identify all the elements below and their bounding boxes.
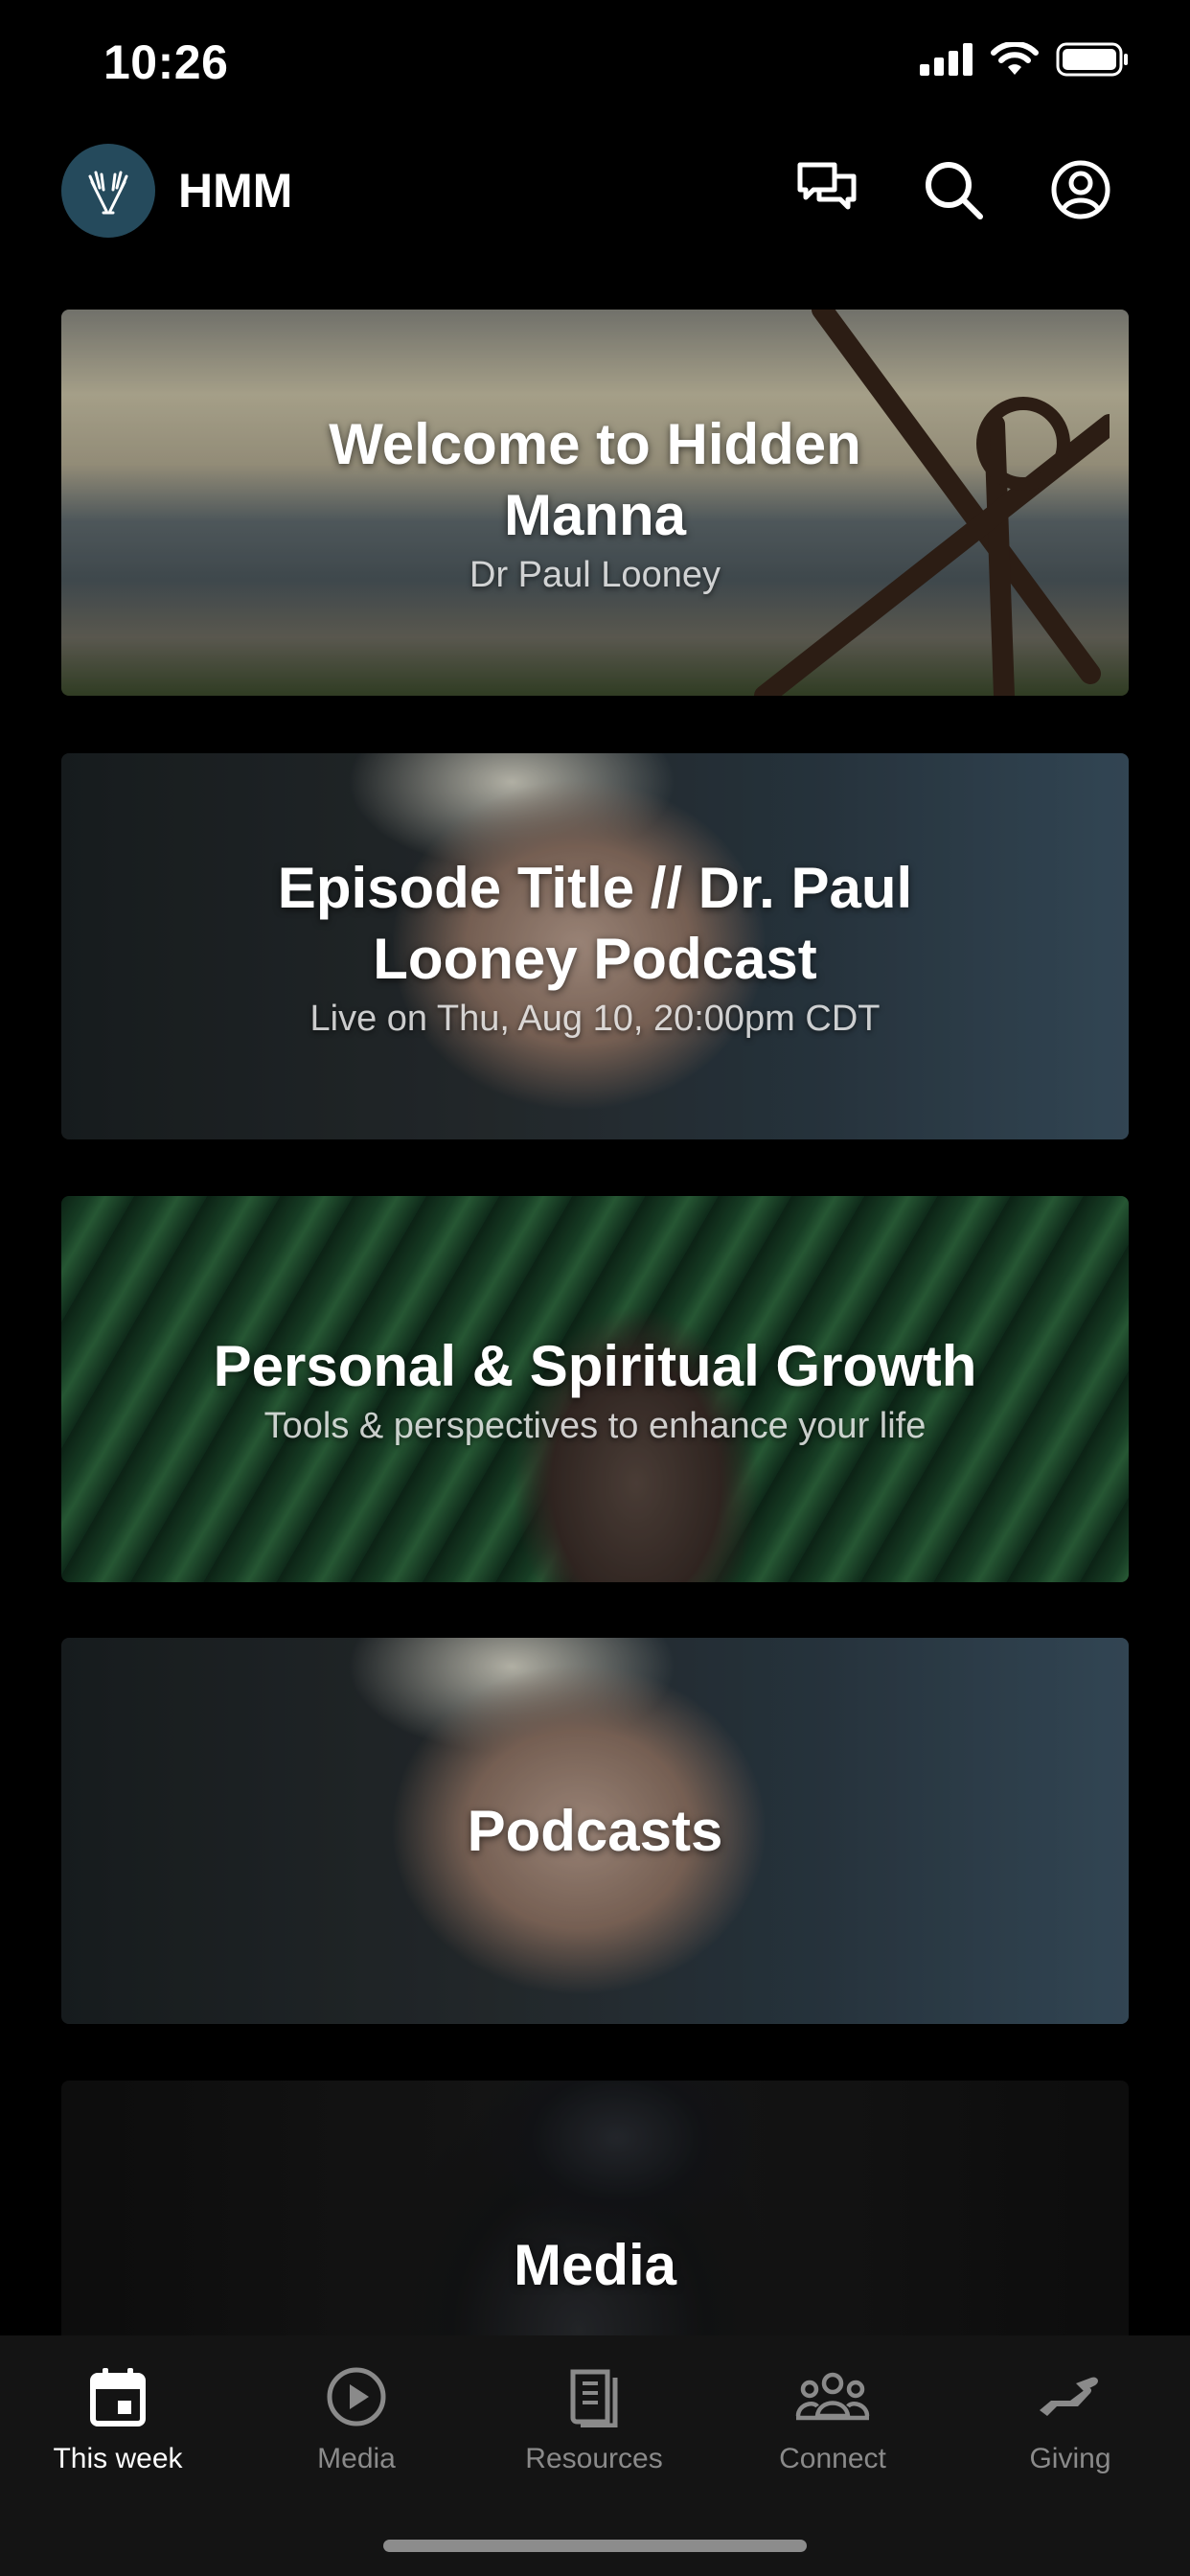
search-icon (926, 162, 983, 219)
tab-this-week[interactable]: This week (17, 2357, 218, 2475)
status-bar: 10:26 (0, 0, 1190, 134)
app-logo[interactable] (61, 144, 155, 238)
card-personal-growth[interactable]: Personal & Spiritual Growth Tools & pers… (61, 1196, 1129, 1582)
content-feed[interactable]: Welcome to Hidden Manna Dr Paul Looney E… (0, 310, 1190, 2335)
tab-resources[interactable]: Resources (493, 2357, 695, 2475)
card-subtitle: Dr Paul Looney (469, 555, 721, 595)
tab-connect[interactable]: Connect (732, 2357, 933, 2475)
card-episode[interactable]: Episode Title // Dr. Paul Looney Podcast… (61, 753, 1129, 1139)
card-media[interactable]: Media (61, 2081, 1129, 2335)
profile-button[interactable] (1042, 151, 1119, 228)
app-header: HMM (0, 134, 1190, 249)
tab-label: Media (317, 2443, 396, 2474)
home-indicator (383, 2540, 807, 2552)
tab-giving[interactable]: Giving (970, 2357, 1171, 2475)
card-subtitle: Tools & perspectives to enhance your lif… (263, 1406, 927, 1446)
book-icon (570, 2369, 618, 2427)
system-icons (920, 42, 1129, 77)
calendar-icon (90, 2368, 146, 2426)
search-button[interactable] (915, 151, 992, 228)
tab-label: This week (53, 2443, 183, 2474)
card-title: Episode Title // Dr. Paul Looney Podcast (277, 856, 913, 991)
chat-button[interactable] (789, 151, 865, 228)
card-title: Welcome to Hidden Manna (329, 412, 861, 547)
status-time: 10:26 (103, 35, 229, 89)
card-title: Personal & Spiritual Growth (213, 1334, 977, 1398)
card-title: Podcasts (467, 1798, 723, 1863)
wifi-icon (991, 42, 1039, 75)
group-icon (795, 2372, 870, 2421)
praying-hands-icon (88, 171, 128, 215)
tab-media[interactable]: Media (256, 2357, 457, 2475)
card-podcasts[interactable]: Podcasts (61, 1638, 1129, 2024)
card-welcome[interactable]: Welcome to Hidden Manna Dr Paul Looney (61, 310, 1129, 696)
chat-icon (797, 162, 857, 210)
tab-label: Resources (525, 2443, 663, 2474)
tab-label: Giving (1029, 2443, 1111, 2474)
tab-label: Connect (779, 2443, 886, 2474)
signal-icon (920, 43, 973, 76)
battery-icon (1056, 42, 1128, 77)
card-subtitle: Live on Thu, Aug 10, 20:00pm CDT (309, 999, 881, 1039)
profile-icon (1051, 160, 1110, 219)
card-title: Media (513, 2233, 677, 2297)
giving-icon (1040, 2377, 1098, 2416)
app-title: HMM (178, 164, 293, 218)
play-icon (327, 2367, 386, 2426)
